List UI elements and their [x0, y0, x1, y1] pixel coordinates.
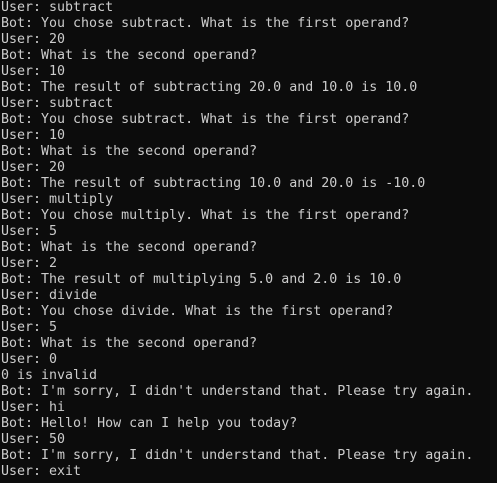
console-line: User: multiply: [1, 192, 114, 207]
console-line: User: subtract: [1, 96, 114, 111]
console-line: Bot: I'm sorry, I didn't understand that…: [1, 448, 474, 463]
console-line: User: 0: [1, 352, 58, 367]
console-line: User: subtract: [1, 0, 114, 15]
console-line: Bot: What is the second operand?: [1, 48, 258, 63]
console-line: Bot: What is the second operand?: [1, 240, 258, 255]
console-line: User: 20: [1, 32, 66, 47]
console-line: User: 5: [1, 224, 58, 239]
console-line: Bot: You chose multiply. What is the fir…: [1, 208, 410, 223]
console-line: User: 10: [1, 128, 66, 143]
console-line: Bot: The result of subtracting 20.0 and …: [1, 80, 418, 95]
console-line: 0 is invalid: [1, 368, 98, 383]
console-line: User: 5: [1, 320, 58, 335]
console-line: Bot: What is the second operand?: [1, 336, 258, 351]
console-line: Bot: The result of subtracting 10.0 and …: [1, 176, 426, 191]
console-line: User: exit: [1, 464, 82, 479]
console-line: User: 50: [1, 432, 66, 447]
console-line: Bot: What is the second operand?: [1, 144, 258, 159]
console-line: Bot: You chose subtract. What is the fir…: [1, 112, 410, 127]
console-line: User: hi: [1, 400, 66, 415]
console-line: User: 2: [1, 256, 58, 271]
console-line: Bot: You chose subtract. What is the fir…: [1, 16, 410, 31]
console-line: Bot: Hello! How can I help you today?: [1, 416, 298, 431]
console-line: Bot: I'm sorry, I didn't understand that…: [1, 384, 474, 399]
console-line: User: 20: [1, 160, 66, 175]
console-output[interactable]: User: subtract Bot: You chose subtract. …: [0, 0, 497, 483]
console-line: User: divide: [1, 288, 98, 303]
console-line: Bot: You chose divide. What is the first…: [1, 304, 394, 319]
console-line: User: 10: [1, 64, 66, 79]
console-line: Bot: The result of multiplying 5.0 and 2…: [1, 272, 402, 287]
